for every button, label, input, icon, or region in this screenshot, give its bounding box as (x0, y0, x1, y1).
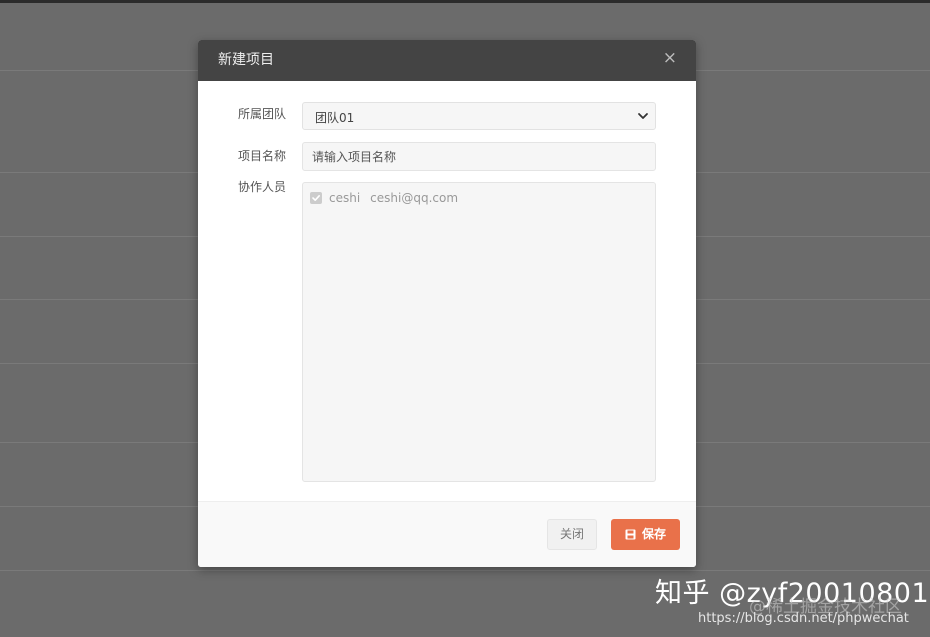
save-button-label: 保存 (642, 527, 667, 541)
collaborators-label: 协作人员 (238, 180, 287, 194)
background-divider (0, 570, 930, 571)
watermark-url: https://blog.csdn.net/phpwechat (698, 611, 909, 626)
project-name-input[interactable] (302, 142, 656, 171)
dialog-header: 新建项目 × (198, 40, 696, 81)
save-button[interactable]: 保存 (611, 519, 680, 550)
collaborator-item: ceshi ceshi@qq.com (310, 191, 458, 205)
dialog-title: 新建项目 (218, 52, 274, 68)
dialog-footer: 关闭 保存 (198, 501, 696, 567)
team-label: 所属团队 (238, 107, 287, 121)
chevron-down-icon (638, 113, 648, 119)
collaborator-checkbox[interactable] (310, 192, 322, 204)
project-name-label: 项目名称 (238, 149, 287, 163)
new-project-dialog: 新建项目 × 所属团队 团队01 项目名称 协作人员 ceshi ceshi@q… (198, 40, 696, 567)
collaborator-email: ceshi@qq.com (370, 191, 459, 205)
close-icon[interactable]: × (663, 50, 677, 67)
collaborator-name: ceshi (329, 191, 361, 205)
top-bar (0, 0, 930, 3)
team-select-value: 团队01 (315, 111, 355, 125)
collaborators-list: ceshi ceshi@qq.com (302, 182, 656, 482)
team-select[interactable]: 团队01 (302, 102, 656, 130)
close-button[interactable]: 关闭 (547, 519, 597, 550)
check-icon (312, 195, 320, 201)
save-icon (625, 529, 636, 540)
